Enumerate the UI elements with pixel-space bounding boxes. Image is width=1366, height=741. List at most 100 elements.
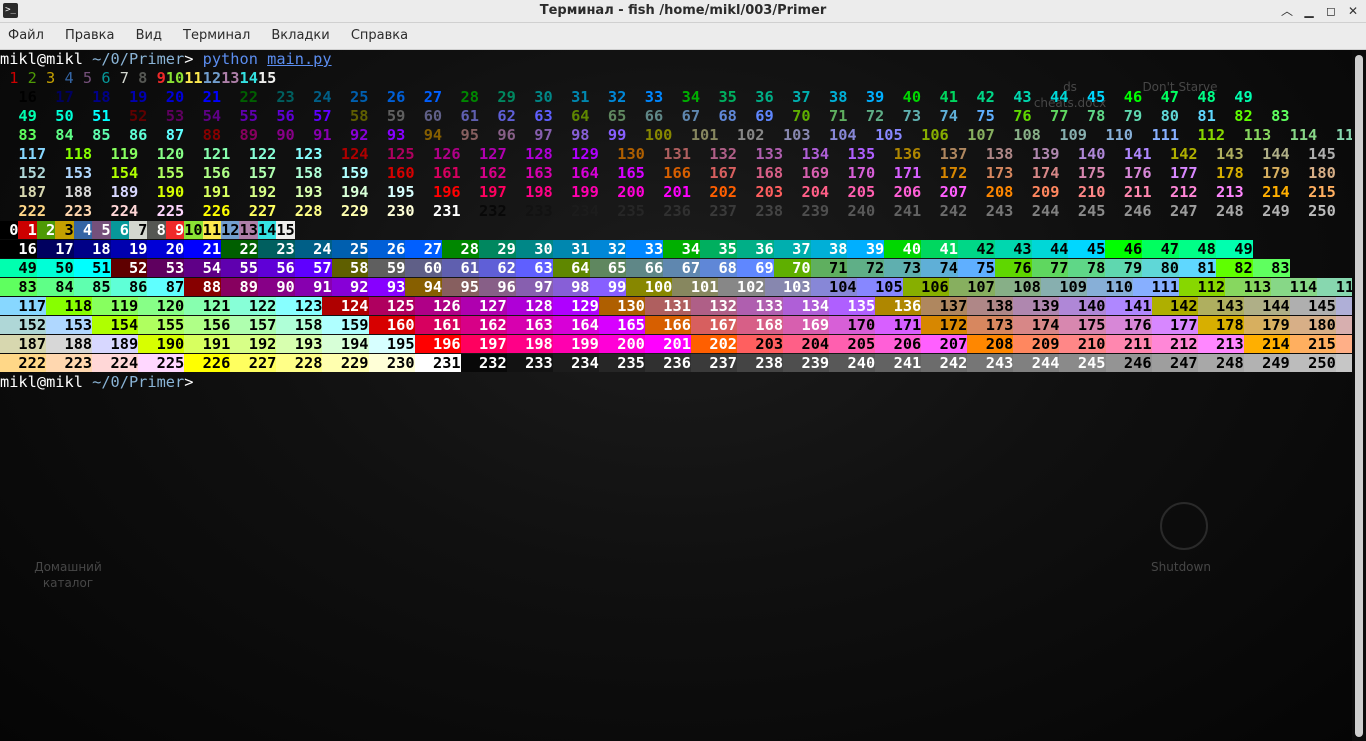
menu-tabs[interactable]: Вкладки — [263, 23, 337, 49]
color-code: 165 — [598, 164, 645, 182]
color-code: 16 — [0, 88, 37, 106]
color-swatch: 141 — [1105, 297, 1152, 315]
color-swatch: 50 — [36, 259, 74, 277]
color-swatch: 122 — [230, 297, 277, 315]
color-code: 66 — [626, 107, 664, 125]
color-swatch: 57 — [294, 259, 332, 277]
color-code: 15 — [257, 69, 277, 87]
color-swatch: 48 — [1179, 240, 1216, 258]
color-swatch: 119 — [92, 297, 139, 315]
color-swatch: 59 — [368, 259, 406, 277]
color-code: 43 — [994, 88, 1032, 106]
color-swatch: 112 — [1179, 278, 1226, 296]
color-swatch: 63 — [515, 259, 553, 277]
color-swatch: 10 — [184, 221, 203, 239]
color-swatch: 79 — [1105, 259, 1143, 277]
color-code: 243 — [967, 202, 1014, 220]
color-code: 20 — [147, 88, 185, 106]
color-swatch: 99 — [589, 278, 627, 296]
terminal-line: mikl@mikl ~/0/Primer> python main.py — [0, 50, 332, 69]
color-swatch: 87 — [147, 278, 185, 296]
color-code: 110 — [1086, 126, 1134, 144]
color-swatch: 191 — [184, 335, 231, 353]
color-swatch: 93 — [368, 278, 406, 296]
color-swatch: 204 — [783, 335, 830, 353]
color-swatch: 154 — [92, 316, 139, 334]
title-bar: >_ Терминал - fish /home/mikl/003/Primer… — [0, 0, 1366, 23]
color-swatch: 31 — [552, 240, 590, 258]
color-code: 109 — [1040, 126, 1087, 144]
maximize-icon[interactable]: ◻ — [1322, 2, 1340, 20]
color-code: 156 — [184, 164, 231, 182]
color-swatch: 66 — [626, 259, 664, 277]
color-swatch: 206 — [875, 335, 922, 353]
color-swatch: 4 — [73, 221, 93, 239]
color-code: 167 — [690, 164, 737, 182]
color-code: 115 — [1335, 126, 1352, 144]
color-code: 113 — [1225, 126, 1272, 144]
color-code: 250 — [1289, 202, 1336, 220]
color-swatch: 249 — [1243, 354, 1290, 372]
color-code: 124 — [322, 145, 369, 163]
color-code: 141 — [1105, 145, 1152, 163]
color-swatch: 54 — [184, 259, 222, 277]
color-code: 223 — [46, 202, 93, 220]
color-code: 232 — [460, 202, 507, 220]
color-swatch: 69 — [736, 259, 774, 277]
scroll-thumb[interactable] — [1355, 55, 1363, 737]
minimize-icon[interactable]: ▁ — [1300, 2, 1318, 20]
color-swatch: 44 — [1031, 240, 1069, 258]
color-code: 146 — [1336, 145, 1352, 163]
color-swatch: 8 — [147, 221, 166, 239]
color-swatch: 98 — [552, 278, 590, 296]
color-code: 155 — [138, 164, 185, 182]
color-swatch: 194 — [322, 335, 369, 353]
color-swatch: 55 — [221, 259, 258, 277]
color-code: 94 — [405, 126, 443, 144]
close-icon[interactable]: ✕ — [1344, 2, 1362, 20]
color-swatch: 84 — [36, 278, 74, 296]
color-swatch: 88 — [184, 278, 222, 296]
color-swatch: 9 — [165, 221, 185, 239]
color-code: 144 — [1243, 145, 1290, 163]
color-code: 40 — [884, 88, 922, 106]
color-swatch: 1 — [18, 221, 37, 239]
color-code: 31 — [552, 88, 590, 106]
color-swatch: 58 — [331, 259, 369, 277]
color-code: 169 — [783, 164, 830, 182]
menu-terminal[interactable]: Терминал — [175, 23, 258, 49]
color-swatch: 162 — [460, 316, 507, 334]
menu-view[interactable]: Вид — [128, 23, 170, 49]
color-swatch: 91 — [294, 278, 332, 296]
color-swatch: 223 — [46, 354, 93, 372]
color-code: 202 — [690, 183, 737, 201]
scrollbar[interactable] — [1352, 50, 1366, 741]
color-code: 195 — [368, 183, 415, 201]
color-swatch: 245 — [1059, 354, 1106, 372]
color-code: 54 — [184, 107, 222, 125]
color-swatch: 251 — [1335, 354, 1352, 372]
prompt-host: mikl — [46, 373, 83, 391]
color-swatch: 142 — [1151, 297, 1198, 315]
color-code: 245 — [1059, 202, 1106, 220]
menu-help[interactable]: Справка — [343, 23, 416, 49]
color-code: 139 — [1013, 145, 1060, 163]
color-code: 121 — [184, 145, 231, 163]
color-swatch: 120 — [138, 297, 185, 315]
color-code: 24 — [294, 88, 332, 106]
chevron-up-icon[interactable]: ︿ — [1278, 2, 1296, 20]
menu-file[interactable]: Файл — [0, 23, 52, 49]
color-code: 158 — [276, 164, 323, 182]
terminal-area[interactable]: ds cheats.docx Don't Starve Домашний кат… — [0, 50, 1352, 741]
color-code: 32 — [589, 88, 627, 106]
color-swatch: 77 — [1031, 259, 1069, 277]
menu-edit[interactable]: Правка — [57, 23, 122, 49]
color-swatch: 73 — [884, 259, 922, 277]
color-code: 134 — [783, 145, 830, 163]
color-code: 42 — [957, 88, 995, 106]
terminal-line: 117 118 119 120 121 122 123 124 125 126 … — [0, 297, 1352, 316]
color-code: 95 — [442, 126, 479, 144]
color-swatch: 49 — [1215, 240, 1253, 258]
color-swatch: 172 — [921, 316, 968, 334]
color-swatch: 168 — [737, 316, 784, 334]
